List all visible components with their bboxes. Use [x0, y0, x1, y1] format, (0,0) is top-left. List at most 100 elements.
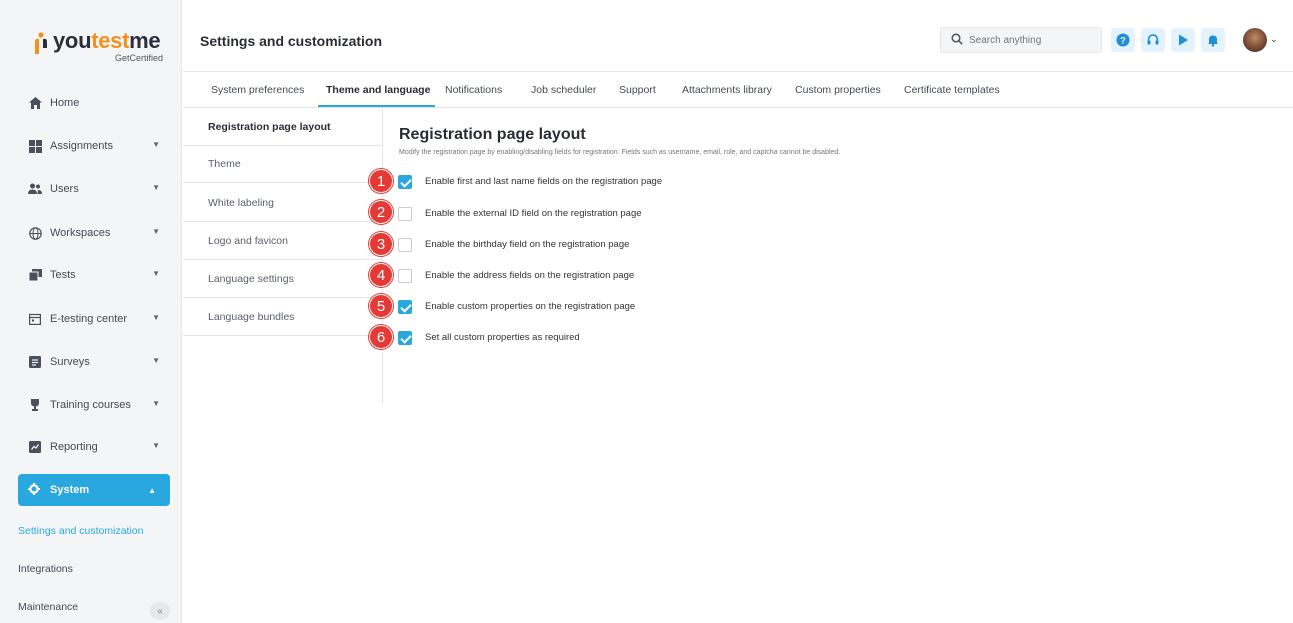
- collapse-sidebar-button[interactable]: «: [150, 602, 170, 620]
- sidebar-item-label: Assignments: [50, 140, 113, 152]
- user-avatar[interactable]: [1243, 28, 1267, 52]
- annotation-badge-1: 1: [369, 169, 393, 193]
- sidebar-item-assignments[interactable]: Assignments ▼: [28, 136, 168, 156]
- sidebar-item-label: Reporting: [50, 441, 98, 453]
- users-icon: [28, 182, 42, 196]
- top-header: Settings and customization ? ⌄: [183, 0, 1293, 72]
- tab-custom-properties[interactable]: Custom properties: [795, 84, 881, 96]
- subnav-item-registration-page-layout[interactable]: Registration page layout: [183, 108, 382, 146]
- option-label: Set all custom properties as required: [425, 332, 580, 343]
- settings-tabs: System preferences Theme and language No…: [183, 72, 1293, 108]
- surveys-icon: [28, 355, 42, 369]
- subnav-item-language-bundles[interactable]: Language bundles: [183, 298, 382, 336]
- sidebar: youtestme GetCertified Home Assignments …: [0, 0, 182, 623]
- assignments-icon: [28, 139, 42, 153]
- reporting-icon: [28, 440, 42, 454]
- checkbox-external-id[interactable]: [398, 207, 412, 221]
- sidebar-item-label: E-testing center: [50, 313, 128, 325]
- option-address: Enable the address fields on the registr…: [398, 266, 998, 286]
- sidebar-item-workspaces[interactable]: Workspaces ▼: [28, 223, 168, 243]
- play-icon: [1179, 34, 1188, 46]
- chevron-down-icon: ▼: [152, 313, 160, 322]
- option-birthday: Enable the birthday field on the registr…: [398, 235, 998, 255]
- tab-attachments-library[interactable]: Attachments library: [682, 84, 772, 96]
- help-button[interactable]: ?: [1111, 28, 1135, 52]
- play-tutorial-button[interactable]: [1171, 28, 1195, 52]
- chevron-up-icon: ▲: [148, 486, 156, 495]
- tab-certificate-templates[interactable]: Certificate templates: [904, 84, 1000, 96]
- brand-name: youtestme: [53, 28, 161, 53]
- search-input[interactable]: [969, 34, 1089, 46]
- calendar-icon: [28, 312, 42, 326]
- sidebar-item-label: Workspaces: [50, 227, 111, 239]
- active-tab-indicator: [318, 105, 435, 107]
- annotation-badge-5: 5: [369, 294, 393, 318]
- tab-notifications[interactable]: Notifications: [445, 84, 502, 96]
- globe-icon: [28, 226, 42, 240]
- chevron-down-icon: ▼: [152, 356, 160, 365]
- sidebar-item-label: Surveys: [50, 356, 90, 368]
- help-icon: ?: [1116, 33, 1130, 47]
- page-title: Settings and customization: [200, 33, 383, 49]
- option-custom-properties-required: Set all custom properties as required: [398, 328, 998, 348]
- option-external-id: Enable the external ID field on the regi…: [398, 204, 998, 224]
- tab-support[interactable]: Support: [619, 84, 656, 96]
- brand-logo[interactable]: youtestme GetCertified: [33, 28, 173, 64]
- logo-mark-icon: [35, 32, 47, 54]
- option-first-last-name: Enable first and last name fields on the…: [398, 172, 998, 192]
- tab-job-scheduler[interactable]: Job scheduler: [531, 84, 596, 96]
- checkbox-birthday[interactable]: [398, 238, 412, 252]
- gear-icon: [28, 482, 40, 498]
- sidebar-subitem-maintenance[interactable]: Maintenance: [18, 601, 78, 613]
- sidebar-item-training-courses[interactable]: Training courses ▼: [28, 395, 168, 415]
- tests-icon: [28, 268, 42, 282]
- sidebar-item-label: Users: [50, 183, 79, 195]
- sidebar-item-reporting[interactable]: Reporting ▼: [28, 437, 168, 457]
- sidebar-item-label: Home: [50, 97, 80, 109]
- tab-theme-and-language[interactable]: Theme and language: [326, 84, 430, 96]
- option-label: Enable the address fields on the registr…: [425, 270, 635, 281]
- sidebar-subitem-settings-and-customization[interactable]: Settings and customization: [18, 525, 144, 537]
- sidebar-item-users[interactable]: Users ▼: [28, 179, 168, 199]
- search-box[interactable]: [940, 27, 1102, 53]
- sidebar-item-system[interactable]: System ▲: [18, 474, 170, 506]
- checkbox-address[interactable]: [398, 269, 412, 283]
- sidebar-item-label: System: [50, 484, 90, 496]
- sidebar-item-e-testing-center[interactable]: E-testing center ▼: [28, 309, 168, 329]
- checkbox-custom-properties-required[interactable]: [398, 331, 412, 345]
- theme-subnav: Registration page layout Theme White lab…: [183, 108, 383, 404]
- search-icon: [951, 32, 963, 48]
- chevron-down-icon: ▼: [152, 227, 160, 236]
- annotation-badge-2: 2: [369, 200, 393, 224]
- annotation-badge-6: 6: [369, 325, 393, 349]
- option-label: Enable custom properties on the registra…: [425, 301, 636, 312]
- trophy-icon: [28, 398, 42, 412]
- bell-icon: [1208, 35, 1218, 47]
- subnav-item-language-settings[interactable]: Language settings: [183, 260, 382, 298]
- support-button[interactable]: [1141, 28, 1165, 52]
- notifications-button[interactable]: [1201, 28, 1225, 52]
- sidebar-item-surveys[interactable]: Surveys ▼: [28, 352, 168, 372]
- chevron-down-icon: ▼: [152, 140, 160, 149]
- checkbox-first-last-name[interactable]: [398, 175, 412, 189]
- option-label: Enable the birthday field on the registr…: [425, 239, 630, 250]
- annotation-badge-4: 4: [369, 263, 393, 287]
- headset-icon: [1147, 34, 1159, 45]
- chevron-down-icon: ▼: [152, 399, 160, 408]
- sidebar-subitem-integrations[interactable]: Integrations: [18, 563, 73, 575]
- checkbox-custom-properties[interactable]: [398, 300, 412, 314]
- sidebar-item-tests[interactable]: Tests ▼: [28, 265, 168, 285]
- home-icon: [28, 96, 42, 110]
- subnav-item-white-labeling[interactable]: White labeling: [183, 184, 382, 222]
- annotation-badge-3: 3: [369, 232, 393, 256]
- option-custom-properties: Enable custom properties on the registra…: [398, 297, 998, 317]
- sidebar-item-label: Training courses: [50, 399, 131, 411]
- svg-text:?: ?: [1120, 36, 1126, 46]
- brand-tagline: GetCertified: [115, 53, 164, 63]
- chevron-down-icon: ▼: [152, 441, 160, 450]
- sidebar-item-home[interactable]: Home: [28, 93, 168, 113]
- tab-system-preferences[interactable]: System preferences: [211, 84, 304, 96]
- chevron-down-icon[interactable]: ⌄: [1270, 34, 1278, 45]
- subnav-item-logo-and-favicon[interactable]: Logo and favicon: [183, 222, 382, 260]
- subnav-item-theme[interactable]: Theme: [183, 145, 382, 183]
